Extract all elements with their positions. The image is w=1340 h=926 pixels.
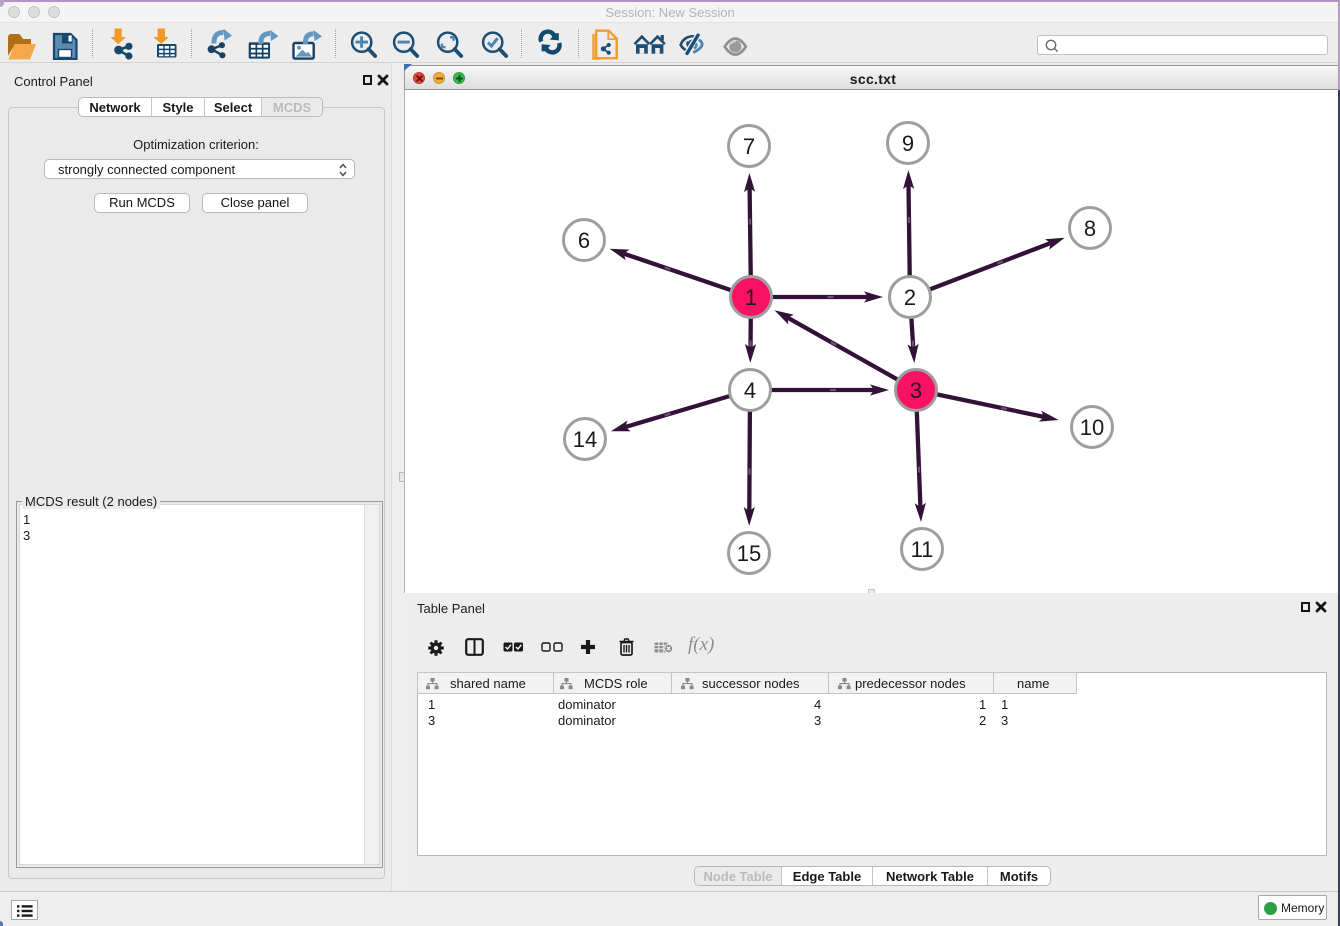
svg-text:7: 7	[743, 134, 755, 159]
svg-text:1: 1	[745, 285, 757, 310]
svg-text:3: 3	[910, 378, 922, 403]
svg-text:2: 2	[904, 285, 916, 310]
svg-text:6: 6	[578, 228, 590, 253]
svg-text:10: 10	[1080, 415, 1104, 440]
svg-text:9: 9	[902, 131, 914, 156]
svg-text:15: 15	[737, 541, 761, 566]
svg-text:4: 4	[744, 378, 756, 403]
svg-text:11: 11	[911, 537, 934, 562]
svg-text:14: 14	[573, 427, 597, 452]
svg-text:8: 8	[1084, 216, 1096, 241]
